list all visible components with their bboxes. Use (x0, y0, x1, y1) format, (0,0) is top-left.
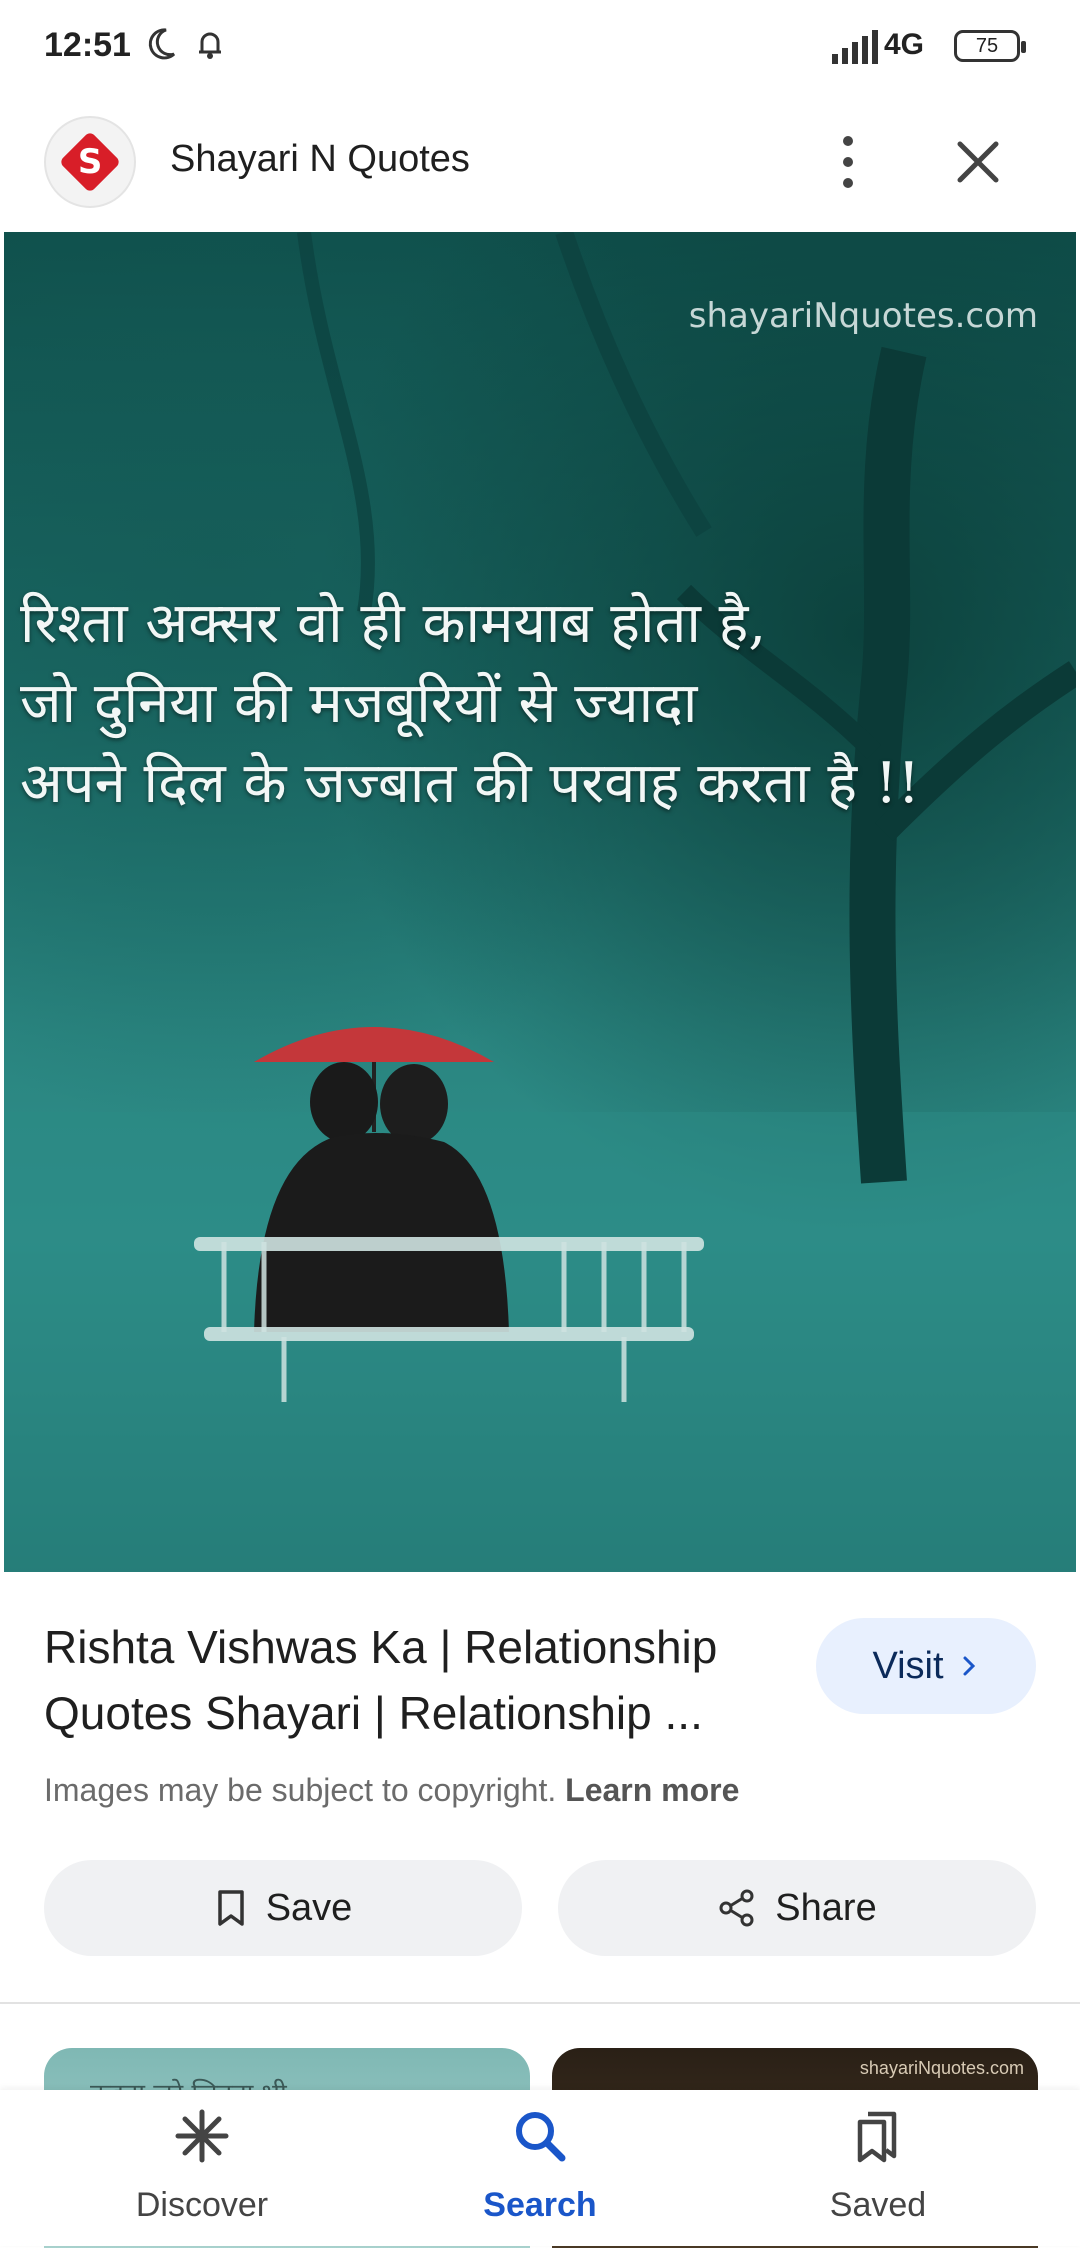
bell-icon (199, 32, 221, 59)
bottom-nav: Discover Search Saved (0, 2090, 1080, 2246)
save-label: Save (265, 1886, 353, 1929)
site-title[interactable]: Shayari N Quotes (170, 138, 470, 181)
nav-discover[interactable]: Discover (52, 2090, 352, 2246)
saved-icon (857, 2111, 897, 2163)
share-icon (719, 1889, 754, 1927)
bookmark-icon (217, 1890, 244, 1926)
related-image-watermark: shayariNquotes.com (859, 2058, 1024, 2078)
signal-icon (832, 30, 878, 64)
asterisk-icon (175, 2109, 229, 2163)
share-button[interactable]: Share (558, 1860, 1036, 1956)
divider (0, 2002, 1080, 2004)
more-vert-icon[interactable] (824, 130, 872, 194)
visit-button[interactable]: Visit (816, 1618, 1036, 1714)
save-button[interactable]: Save (44, 1860, 522, 1956)
visit-label: Visit (872, 1644, 944, 1687)
quote-line: रिश्ता अक्सर वो ही कामयाब होता है, (20, 591, 767, 656)
site-logo[interactable]: S (44, 116, 136, 208)
copyright-text: Images may be subject to copyright. (44, 1772, 557, 1808)
share-label: Share (775, 1886, 877, 1929)
learn-more-link[interactable]: Learn more (565, 1772, 739, 1808)
result-image[interactable]: shayariNquotes.com रिश्ता अक्सर वो ही का… (4, 232, 1076, 1572)
quote-text: रिश्ता अक्सर वो ही कामयाब होता है, जो दु… (20, 584, 1070, 824)
quote-line: जो दुनिया की मजबूरियों से ज्यादा (20, 671, 698, 736)
nav-saved[interactable]: Saved (728, 2090, 1028, 2246)
close-icon[interactable] (950, 134, 1006, 190)
nav-search[interactable]: Search (390, 2090, 690, 2246)
status-time: 12:51 (44, 26, 131, 64)
winter-scene-illustration (4, 232, 1076, 1572)
chevron-right-icon (963, 1656, 975, 1676)
search-icon (516, 2112, 566, 2162)
copyright-notice: Images may be subject to copyright. Lear… (44, 1772, 739, 1809)
battery-icon: 75 (954, 30, 1026, 62)
network-type: 4G (884, 28, 925, 61)
status-bar: 12:51 4G 75 (0, 0, 1080, 96)
result-title[interactable]: Rishta Vishwas Ka | Relationship Quotes … (44, 1614, 784, 1746)
moon-icon (148, 28, 176, 60)
site-logo-letter: S (77, 142, 103, 182)
nav-saved-label: Saved (829, 2186, 927, 2224)
image-watermark: shayariNquotes.com (688, 296, 1038, 336)
nav-search-label: Search (483, 2186, 597, 2224)
nav-discover-label: Discover (135, 2186, 269, 2224)
quote-line: अपने दिल के जज्बात की परवाह करता है !! (20, 751, 920, 816)
page-header: S Shayari N Quotes (0, 110, 1080, 230)
